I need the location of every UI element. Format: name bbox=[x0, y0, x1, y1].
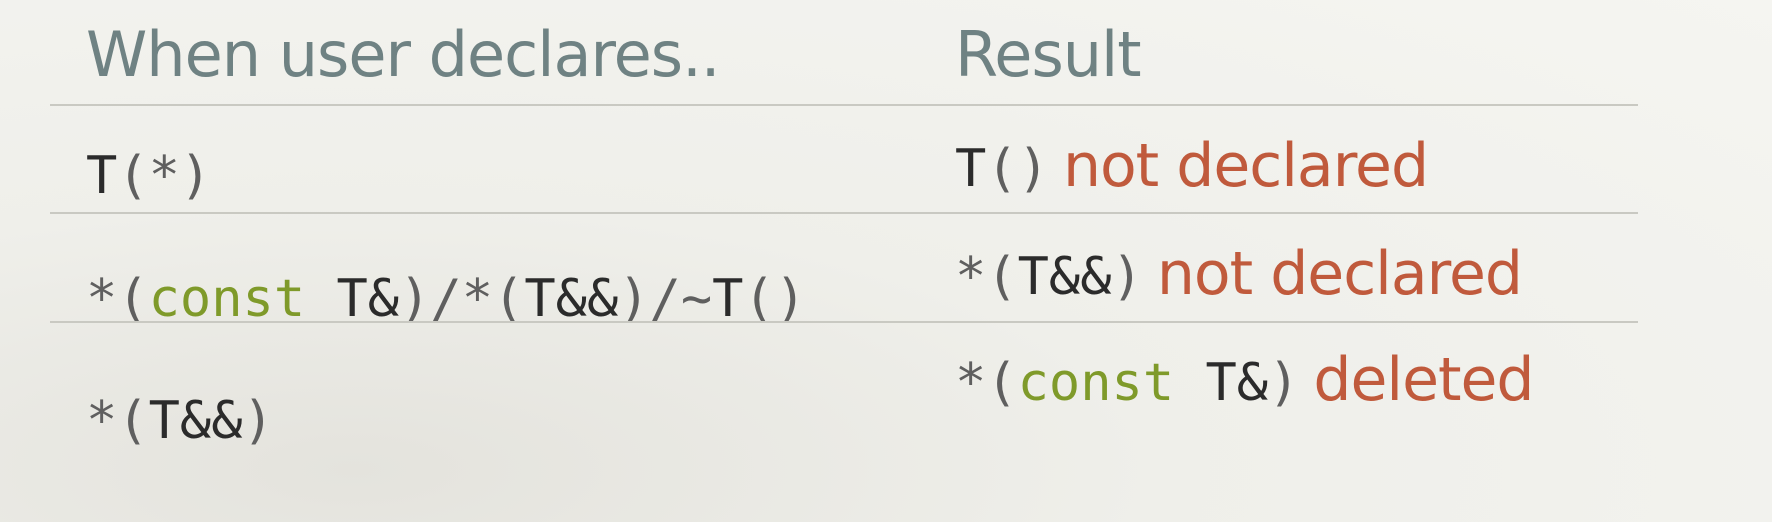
row-3-declares: *(T&&) bbox=[86, 395, 274, 447]
result-status-not-declared: not declared bbox=[1062, 131, 1429, 201]
code-token: ) bbox=[1111, 247, 1143, 307]
row-2-declares: *(const T&)/*(T&&)/~T() bbox=[86, 273, 806, 325]
code-token: (*) bbox=[117, 146, 212, 206]
code-token: ) bbox=[1268, 353, 1300, 413]
code-token: T bbox=[86, 146, 118, 206]
code-token: () bbox=[986, 139, 1049, 199]
code-token: T&& bbox=[1017, 247, 1112, 307]
row-divider bbox=[50, 212, 1638, 214]
code-keyword-const: const bbox=[1017, 353, 1175, 413]
code-token: )/~ bbox=[618, 269, 713, 329]
header-when-user-declares: When user declares.. bbox=[86, 18, 720, 91]
code-token: )/*( bbox=[399, 269, 525, 329]
code-token: *( bbox=[955, 247, 1018, 307]
row-3-result: *(const T&) deleted bbox=[955, 350, 1535, 413]
code-token: T bbox=[712, 269, 744, 329]
row-1-declares: T(*) bbox=[86, 150, 211, 202]
code-token: T&& bbox=[148, 391, 243, 451]
row-1-result: T() not declared bbox=[955, 136, 1429, 199]
row-2-result: *(T&&) not declared bbox=[955, 244, 1523, 307]
header-divider bbox=[50, 104, 1638, 106]
code-token: ) bbox=[242, 391, 274, 451]
header-result: Result bbox=[955, 18, 1142, 91]
slide: When user declares.. Result T(*) T() not … bbox=[0, 0, 1772, 522]
code-token: *( bbox=[86, 391, 149, 451]
result-status-deleted: deleted bbox=[1313, 345, 1534, 415]
code-token: () bbox=[743, 269, 807, 329]
code-token: T& bbox=[305, 269, 400, 329]
code-token: T&& bbox=[524, 269, 619, 329]
result-status-not-declared: not declared bbox=[1156, 239, 1523, 309]
code-keyword-const: const bbox=[148, 269, 306, 329]
code-token: T& bbox=[1174, 353, 1269, 413]
code-token: T bbox=[955, 139, 987, 199]
code-token: *( bbox=[86, 269, 149, 329]
row-divider bbox=[50, 321, 1638, 323]
code-token: *( bbox=[955, 353, 1018, 413]
